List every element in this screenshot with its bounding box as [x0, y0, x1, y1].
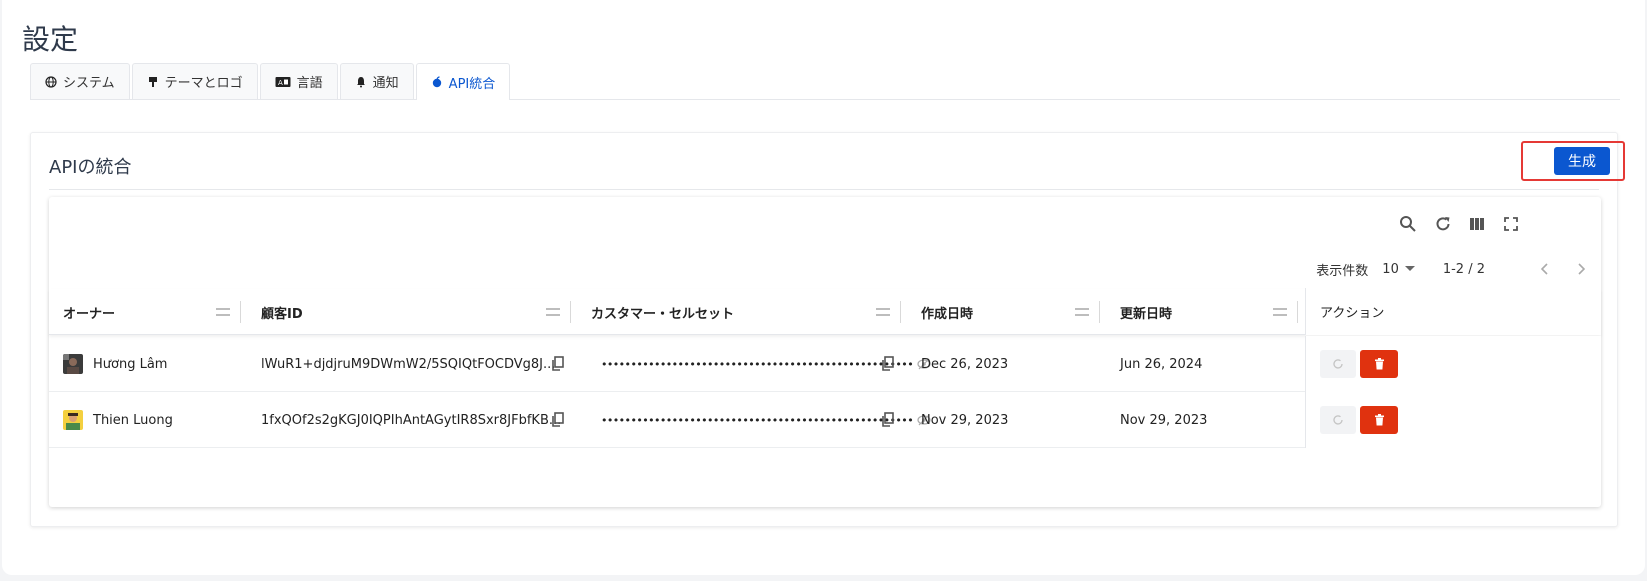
- delete-button[interactable]: [1360, 406, 1398, 434]
- column-client-secret-label: カスタマー・セルセット: [591, 306, 735, 322]
- drag-handle-icon[interactable]: [216, 308, 230, 316]
- regenerate-button[interactable]: [1320, 406, 1356, 434]
- refresh-icon: [1333, 359, 1343, 369]
- drag-handle-icon[interactable]: [546, 308, 560, 316]
- copy-icon[interactable]: [551, 356, 565, 372]
- tab-theme-logo[interactable]: テーマとロゴ: [131, 63, 258, 99]
- language-icon: A: [275, 76, 291, 87]
- pagination: 表示件数 10 1-2 / 2: [1316, 259, 1591, 279]
- owner-name: Hương Lâm: [93, 356, 168, 372]
- columns-icon[interactable]: [1466, 213, 1488, 235]
- drag-handle-icon[interactable]: [876, 308, 890, 316]
- trash-icon: [1374, 414, 1384, 426]
- fullscreen-icon[interactable]: [1500, 213, 1522, 235]
- svg-text:A: A: [278, 79, 283, 87]
- copy-icon[interactable]: [881, 356, 895, 372]
- page-title: 設定: [22, 23, 79, 56]
- globe-icon: [45, 75, 57, 88]
- column-header-client-id[interactable]: 顧客ID: [240, 289, 571, 335]
- api-card-title: APIの統合: [49, 157, 132, 178]
- created-cell: Dec 26, 2023: [921, 356, 1009, 372]
- page-size-label: 表示件数: [1316, 263, 1369, 279]
- client-id-value: lWuR1+djdjruM9DWmW2/5SQIQtFOCDVg8J...: [261, 356, 556, 372]
- table-header: オーナー 顧客ID カスタマー・セルセット 作成日時 更新日時 アクション: [49, 288, 1601, 335]
- drag-handle-icon[interactable]: [1075, 308, 1089, 316]
- tab-api-integration[interactable]: API統合: [415, 63, 511, 100]
- tab-system[interactable]: システム: [30, 63, 130, 99]
- updated-cell: Nov 29, 2023: [1120, 412, 1208, 428]
- copy-icon[interactable]: [881, 412, 895, 428]
- settings-tabs: システム テーマとロゴ A 言語 通知 API統合: [30, 63, 1620, 100]
- tab-language[interactable]: A 言語: [259, 63, 338, 99]
- bell-icon: [356, 76, 365, 87]
- owner-name: Thien Luong: [93, 412, 173, 428]
- column-header-updated[interactable]: 更新日時: [1099, 289, 1298, 335]
- delete-button[interactable]: [1360, 350, 1398, 378]
- column-header-created[interactable]: 作成日時: [900, 289, 1100, 335]
- client-id-cell: lWuR1+djdjruM9DWmW2/5SQIQtFOCDVg8J...: [261, 336, 555, 392]
- owner-cell: Hương Lâm: [63, 336, 167, 392]
- drag-handle-icon[interactable]: [1273, 308, 1287, 316]
- copy-icon[interactable]: [551, 412, 565, 428]
- column-owner-label: オーナー: [63, 306, 116, 322]
- client-secret-masked: ••••••••••••••••••••••••••••••••••••••••…: [601, 357, 914, 371]
- tab-theme-logo-label: テーマとロゴ: [164, 76, 243, 91]
- regenerate-button[interactable]: [1320, 350, 1356, 378]
- column-client-id-label: 顧客ID: [261, 306, 303, 322]
- client-id-value: 1fxQOf2s2gKGJ0IQPIhAntAGytIR8Sxr8JFbfKB.…: [261, 412, 562, 428]
- next-page-button[interactable]: [1571, 259, 1591, 279]
- column-created-label: 作成日時: [921, 306, 974, 322]
- column-header-client-secret[interactable]: カスタマー・セルセット: [570, 289, 901, 335]
- tab-system-label: システム: [63, 76, 115, 91]
- refresh-icon[interactable]: [1432, 213, 1454, 235]
- tab-notifications[interactable]: 通知: [339, 63, 414, 99]
- api-table-panel: 表示件数 10 1-2 / 2 オーナー 顧客ID カスタマー・セルセット 作成…: [49, 197, 1601, 507]
- owner-cell: Thien Luong: [63, 392, 173, 448]
- table-row: Hương Lâm lWuR1+djdjruM9DWmW2/5SQIQtFOCD…: [49, 336, 1601, 392]
- client-id-cell: 1fxQOf2s2gKGJ0IQPIhAntAGytIR8Sxr8JFbfKB.…: [261, 392, 561, 448]
- column-separator: [1297, 301, 1298, 323]
- actions-cell: [1305, 392, 1601, 448]
- page-size-value: 10: [1382, 261, 1399, 277]
- card-divider: [49, 189, 1599, 190]
- prev-page-button[interactable]: [1535, 259, 1555, 279]
- table-row: Thien Luong 1fxQOf2s2gKGJ0IQPIhAntAGytIR…: [49, 392, 1601, 448]
- search-icon[interactable]: [1397, 213, 1419, 235]
- client-secret-masked: ••••••••••••••••••••••••••••••••••••••••…: [601, 413, 914, 427]
- avatar: [63, 410, 83, 430]
- settings-page: 設定 システム テーマとロゴ A 言語 通知 API統合 APIの統合 生成 表…: [2, 0, 1645, 575]
- updated-cell: Jun 26, 2024: [1120, 356, 1203, 372]
- actions-cell: [1305, 336, 1601, 392]
- trash-icon: [1374, 358, 1384, 370]
- tab-api-integration-label: API統合: [448, 76, 496, 92]
- generate-button[interactable]: 生成: [1554, 147, 1610, 175]
- paint-brush-icon: [148, 76, 157, 87]
- chevron-right-icon: [1578, 263, 1585, 275]
- column-header-actions: アクション: [1305, 288, 1601, 335]
- column-updated-label: 更新日時: [1120, 306, 1173, 322]
- caret-down-icon: [1404, 266, 1415, 271]
- page-range: 1-2 / 2: [1442, 261, 1485, 277]
- chevron-left-icon: [1541, 263, 1548, 275]
- created-cell: Nov 29, 2023: [921, 412, 1009, 428]
- refresh-icon: [1333, 415, 1343, 425]
- tab-notifications-label: 通知: [372, 76, 399, 91]
- api-integration-card: APIの統合 生成 表示件数 10 1-2 / 2 オーナー 顧客ID カスタマ…: [30, 132, 1625, 527]
- avatar: [63, 354, 83, 374]
- apple-icon: [432, 76, 441, 88]
- tab-language-label: 言語: [296, 76, 323, 91]
- column-header-owner[interactable]: オーナー: [49, 289, 241, 335]
- page-size-select[interactable]: 10: [1382, 262, 1415, 277]
